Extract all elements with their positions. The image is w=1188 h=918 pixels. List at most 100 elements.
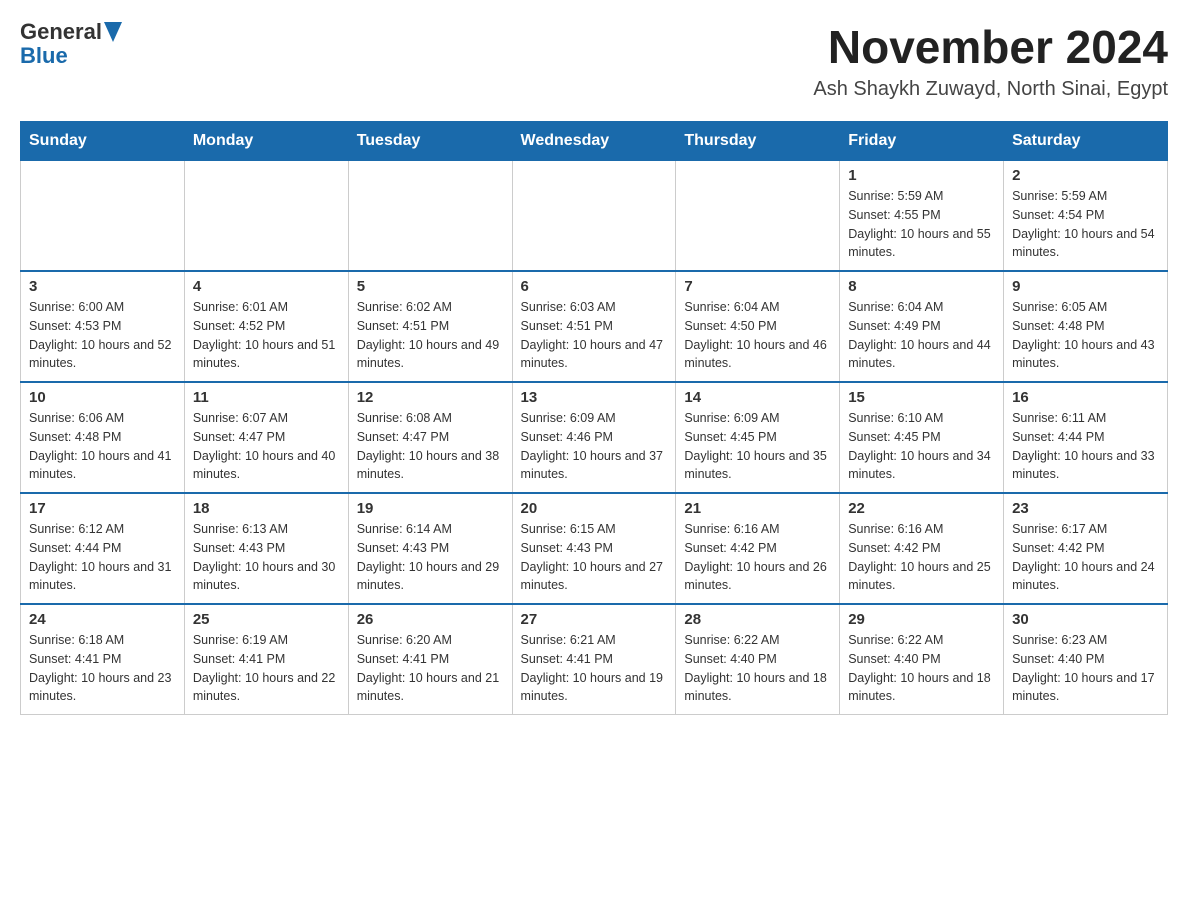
day-info: Sunrise: 6:14 AMSunset: 4:43 PMDaylight:… bbox=[357, 522, 499, 592]
day-number: 30 bbox=[1012, 611, 1159, 628]
calendar-day-cell: 8 Sunrise: 6:04 AMSunset: 4:49 PMDaylight… bbox=[840, 271, 1004, 382]
day-number: 27 bbox=[521, 611, 668, 628]
calendar-day-cell: 20 Sunrise: 6:15 AMSunset: 4:43 PMDayligh… bbox=[512, 493, 676, 604]
day-number: 9 bbox=[1012, 278, 1159, 295]
calendar-day-cell bbox=[348, 161, 512, 272]
calendar-day-cell: 5Sunrise: 6:02 AMSunset: 4:51 PMDaylight… bbox=[348, 271, 512, 382]
day-number: 8 bbox=[848, 278, 995, 295]
title-block: November 2024 Ash Shaykh Zuwayd, North S… bbox=[813, 20, 1168, 101]
calendar-day-cell: 18Sunrise: 6:13 AMSunset: 4:43 PMDayligh… bbox=[184, 493, 348, 604]
day-info: Sunrise: 6:04 AMSunset: 4:50 PMDaylight:… bbox=[684, 300, 826, 370]
calendar-day-cell bbox=[184, 161, 348, 272]
calendar-day-cell: 4 Sunrise: 6:01 AMSunset: 4:52 PMDaylight… bbox=[184, 271, 348, 382]
calendar-day-cell bbox=[676, 161, 840, 272]
day-number: 28 bbox=[684, 611, 831, 628]
day-info: Sunrise: 6:13 AMSunset: 4:43 PMDaylight:… bbox=[193, 522, 335, 592]
calendar-day-cell: 12 Sunrise: 6:08 AMSunset: 4:47 PMDayligh… bbox=[348, 382, 512, 493]
day-number: 26 bbox=[357, 611, 504, 628]
calendar-day-cell: 27Sunrise: 6:21 AMSunset: 4:41 PMDayligh… bbox=[512, 604, 676, 715]
day-number: 12 bbox=[357, 389, 504, 406]
weekday-header: Thursday bbox=[676, 122, 840, 161]
logo-triangle-icon bbox=[104, 22, 122, 42]
calendar-day-cell: 3 Sunrise: 6:00 AMSunset: 4:53 PMDaylight… bbox=[21, 271, 185, 382]
day-info: Sunrise: 6:08 AMSunset: 4:47 PMDaylight:… bbox=[357, 411, 499, 481]
calendar-day-cell: 14 Sunrise: 6:09 AMSunset: 4:45 PMDayligh… bbox=[676, 382, 840, 493]
day-number: 2 bbox=[1012, 167, 1159, 184]
month-title: November 2024 bbox=[813, 20, 1168, 74]
day-number: 11 bbox=[193, 389, 340, 406]
calendar-day-cell: 19Sunrise: 6:14 AMSunset: 4:43 PMDayligh… bbox=[348, 493, 512, 604]
day-number: 10 bbox=[29, 389, 176, 406]
day-number: 6 bbox=[521, 278, 668, 295]
calendar-week-row: 1 Sunrise: 5:59 AMSunset: 4:55 PMDaylight… bbox=[21, 161, 1168, 272]
weekday-header: Friday bbox=[840, 122, 1004, 161]
calendar-header-row: SundayMondayTuesdayWednesdayThursdayFrid… bbox=[21, 122, 1168, 161]
day-info: Sunrise: 6:05 AMSunset: 4:48 PMDaylight:… bbox=[1012, 300, 1154, 370]
day-info: Sunrise: 6:07 AMSunset: 4:47 PMDaylight:… bbox=[193, 411, 335, 481]
day-number: 21 bbox=[684, 500, 831, 517]
page-header: General Blue November 2024 Ash Shaykh Zu… bbox=[20, 20, 1168, 101]
day-info: Sunrise: 5:59 AMSunset: 4:54 PMDaylight:… bbox=[1012, 189, 1154, 259]
day-info: Sunrise: 6:00 AMSunset: 4:53 PMDaylight:… bbox=[29, 300, 171, 370]
calendar-day-cell: 30 Sunrise: 6:23 AMSunset: 4:40 PMDayligh… bbox=[1004, 604, 1168, 715]
day-number: 22 bbox=[848, 500, 995, 517]
calendar-week-row: 3 Sunrise: 6:00 AMSunset: 4:53 PMDaylight… bbox=[21, 271, 1168, 382]
logo: General Blue bbox=[20, 20, 122, 68]
calendar-day-cell: 24 Sunrise: 6:18 AMSunset: 4:41 PMDayligh… bbox=[21, 604, 185, 715]
calendar-day-cell: 15 Sunrise: 6:10 AMSunset: 4:45 PMDayligh… bbox=[840, 382, 1004, 493]
weekday-header: Wednesday bbox=[512, 122, 676, 161]
day-info: Sunrise: 6:22 AMSunset: 4:40 PMDaylight:… bbox=[848, 633, 990, 703]
day-number: 17 bbox=[29, 500, 176, 517]
day-number: 25 bbox=[193, 611, 340, 628]
day-number: 13 bbox=[521, 389, 668, 406]
calendar-day-cell: 9 Sunrise: 6:05 AMSunset: 4:48 PMDaylight… bbox=[1004, 271, 1168, 382]
logo-general: General bbox=[20, 20, 102, 44]
day-info: Sunrise: 6:04 AMSunset: 4:49 PMDaylight:… bbox=[848, 300, 990, 370]
day-info: Sunrise: 6:16 AMSunset: 4:42 PMDaylight:… bbox=[848, 522, 990, 592]
logo-blue: Blue bbox=[20, 44, 68, 68]
calendar-day-cell: 13 Sunrise: 6:09 AMSunset: 4:46 PMDayligh… bbox=[512, 382, 676, 493]
calendar-week-row: 24 Sunrise: 6:18 AMSunset: 4:41 PMDayligh… bbox=[21, 604, 1168, 715]
calendar-day-cell: 11 Sunrise: 6:07 AMSunset: 4:47 PMDayligh… bbox=[184, 382, 348, 493]
day-number: 16 bbox=[1012, 389, 1159, 406]
day-info: Sunrise: 6:02 AMSunset: 4:51 PMDaylight:… bbox=[357, 300, 499, 370]
day-number: 3 bbox=[29, 278, 176, 295]
day-number: 14 bbox=[684, 389, 831, 406]
calendar-week-row: 10Sunrise: 6:06 AMSunset: 4:48 PMDayligh… bbox=[21, 382, 1168, 493]
day-number: 7 bbox=[684, 278, 831, 295]
day-info: Sunrise: 6:19 AMSunset: 4:41 PMDaylight:… bbox=[193, 633, 335, 703]
weekday-header: Monday bbox=[184, 122, 348, 161]
day-info: Sunrise: 6:09 AMSunset: 4:46 PMDaylight:… bbox=[521, 411, 663, 481]
day-number: 4 bbox=[193, 278, 340, 295]
day-number: 29 bbox=[848, 611, 995, 628]
calendar-day-cell: 2 Sunrise: 5:59 AMSunset: 4:54 PMDaylight… bbox=[1004, 161, 1168, 272]
day-info: Sunrise: 6:12 AMSunset: 4:44 PMDaylight:… bbox=[29, 522, 171, 592]
weekday-header: Sunday bbox=[21, 122, 185, 161]
day-info: Sunrise: 6:23 AMSunset: 4:40 PMDaylight:… bbox=[1012, 633, 1154, 703]
calendar-day-cell: 6Sunrise: 6:03 AMSunset: 4:51 PMDaylight… bbox=[512, 271, 676, 382]
day-info: Sunrise: 6:01 AMSunset: 4:52 PMDaylight:… bbox=[193, 300, 335, 370]
calendar-day-cell: 29 Sunrise: 6:22 AMSunset: 4:40 PMDayligh… bbox=[840, 604, 1004, 715]
day-info: Sunrise: 6:16 AMSunset: 4:42 PMDaylight:… bbox=[684, 522, 826, 592]
day-info: Sunrise: 6:18 AMSunset: 4:41 PMDaylight:… bbox=[29, 633, 171, 703]
day-number: 1 bbox=[848, 167, 995, 184]
calendar-day-cell: 28Sunrise: 6:22 AMSunset: 4:40 PMDayligh… bbox=[676, 604, 840, 715]
day-info: Sunrise: 5:59 AMSunset: 4:55 PMDaylight:… bbox=[848, 189, 990, 259]
calendar-day-cell: 1 Sunrise: 5:59 AMSunset: 4:55 PMDaylight… bbox=[840, 161, 1004, 272]
day-info: Sunrise: 6:20 AMSunset: 4:41 PMDaylight:… bbox=[357, 633, 499, 703]
day-info: Sunrise: 6:15 AMSunset: 4:43 PMDaylight:… bbox=[521, 522, 663, 592]
day-info: Sunrise: 6:17 AMSunset: 4:42 PMDaylight:… bbox=[1012, 522, 1154, 592]
day-number: 24 bbox=[29, 611, 176, 628]
day-number: 20 bbox=[521, 500, 668, 517]
location-title: Ash Shaykh Zuwayd, North Sinai, Egypt bbox=[813, 78, 1168, 101]
day-info: Sunrise: 6:10 AMSunset: 4:45 PMDaylight:… bbox=[848, 411, 990, 481]
day-info: Sunrise: 6:09 AMSunset: 4:45 PMDaylight:… bbox=[684, 411, 826, 481]
calendar-day-cell: 17 Sunrise: 6:12 AMSunset: 4:44 PMDayligh… bbox=[21, 493, 185, 604]
day-number: 15 bbox=[848, 389, 995, 406]
calendar-day-cell bbox=[512, 161, 676, 272]
calendar-day-cell: 23Sunrise: 6:17 AMSunset: 4:42 PMDayligh… bbox=[1004, 493, 1168, 604]
calendar-day-cell: 7 Sunrise: 6:04 AMSunset: 4:50 PMDaylight… bbox=[676, 271, 840, 382]
calendar-day-cell: 25 Sunrise: 6:19 AMSunset: 4:41 PMDayligh… bbox=[184, 604, 348, 715]
weekday-header: Saturday bbox=[1004, 122, 1168, 161]
calendar-day-cell: 10Sunrise: 6:06 AMSunset: 4:48 PMDayligh… bbox=[21, 382, 185, 493]
